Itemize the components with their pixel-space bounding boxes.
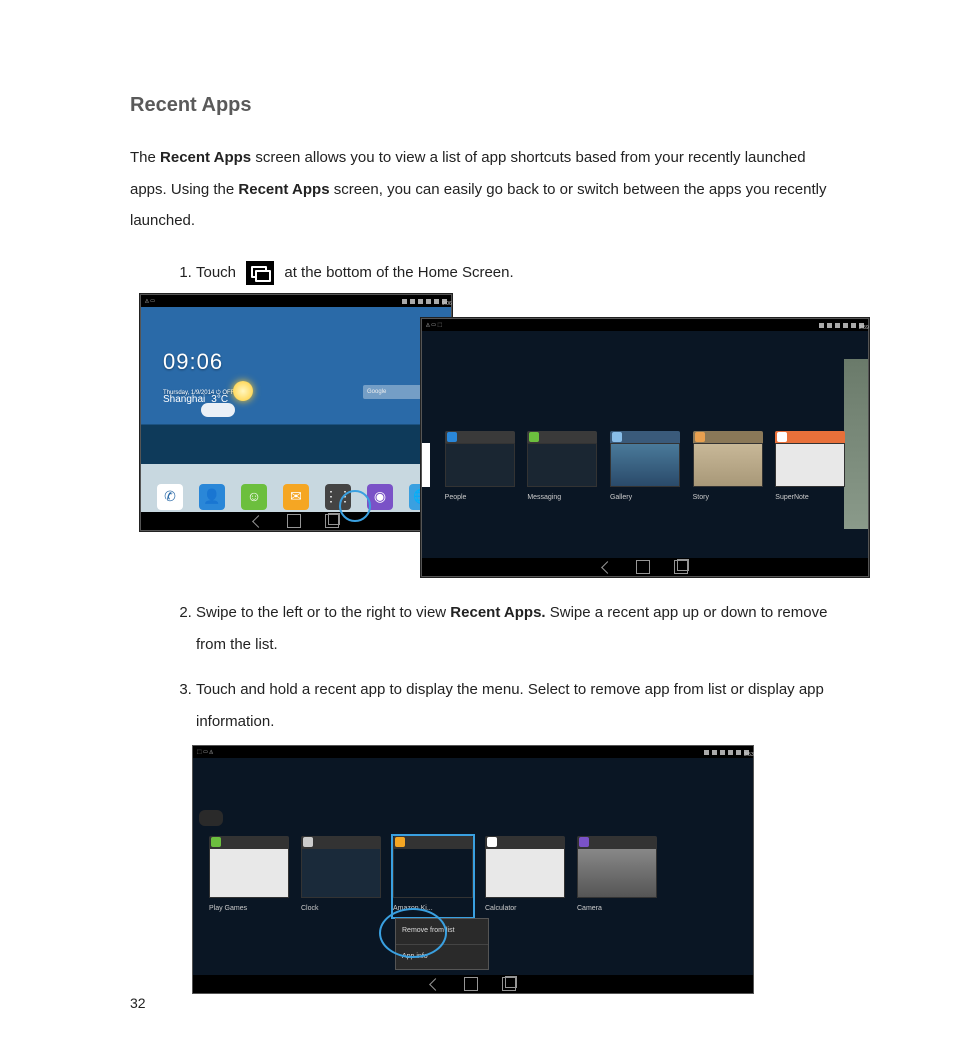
recent-card-clock[interactable]: Clock xyxy=(301,836,381,917)
sun-icon xyxy=(233,381,253,401)
floating-widget-icon[interactable] xyxy=(199,810,223,826)
status-left-icon: ⬚ ▭ ◬ xyxy=(197,747,213,758)
nav-home-icon[interactable] xyxy=(287,514,301,528)
status-bar: ◬ ▭ 9:06 xyxy=(141,295,451,307)
bold-text: Recent Apps. xyxy=(450,604,545,621)
dock-phone-icon[interactable]: ✆Phone xyxy=(157,484,183,510)
amazon-icon xyxy=(395,837,405,847)
recent-card-messaging[interactable]: Messaging xyxy=(527,431,597,506)
recent-card-gallery[interactable]: Gallery xyxy=(610,431,680,506)
camera-icon xyxy=(579,837,589,847)
dock-apps-icon[interactable]: ⋮⋮ xyxy=(325,484,351,510)
clock-time: 09:06 xyxy=(163,349,223,374)
weather-city: Shanghai xyxy=(163,389,205,410)
card-label: Messaging xyxy=(527,491,597,506)
screenshot-home: ◬ ▭ 9:06 09:06 Thursday, 1/9/2014 ⏻ OFF … xyxy=(140,294,452,531)
recent-card-supernote[interactable]: SuperNote xyxy=(775,431,845,506)
play-games-icon xyxy=(211,837,221,847)
nav-bar xyxy=(422,558,868,576)
menu-app-info[interactable]: App info xyxy=(396,945,488,970)
card-label: Camera xyxy=(577,902,657,917)
status-time: 3:53 xyxy=(744,750,749,755)
step-3: Touch and hold a recent app to display t… xyxy=(196,674,834,994)
status-time: 2:59 xyxy=(859,323,864,328)
nav-bar xyxy=(141,512,451,530)
card-label: Calculator xyxy=(485,902,565,917)
dock: ✆Phone 👤People ☺Messaging ✉Email ⋮⋮ ◉Cam… xyxy=(141,484,451,510)
status-right-icons: 2:59 xyxy=(819,323,864,328)
status-right-icons: 9:06 xyxy=(402,299,447,304)
card-label: Gallery xyxy=(610,491,680,506)
intro-paragraph: The Recent Apps screen allows you to vie… xyxy=(130,142,834,237)
status-time: 9:06 xyxy=(442,299,447,304)
text: Swipe to the left or to the right to vie… xyxy=(196,604,450,621)
messaging-icon xyxy=(529,432,539,442)
story-icon xyxy=(695,432,705,442)
nav-back-icon[interactable] xyxy=(429,978,442,991)
text: The xyxy=(130,149,160,166)
text: at the bottom of the Home Screen. xyxy=(280,264,513,281)
cloud-icon xyxy=(201,403,235,417)
status-left-icon: ◬ ▭ xyxy=(145,296,155,307)
status-bar: ⬚ ▭ ◬ 3:53 xyxy=(193,746,753,758)
bold-text: Recent Apps xyxy=(160,149,251,166)
status-left-icon: ◬ ▭ ⬚ xyxy=(426,320,442,331)
text: Touch and hold a recent app to display t… xyxy=(196,681,824,730)
recent-cards-row: People Messaging Gallery Story SuperNote xyxy=(422,431,868,506)
screenshot-recent-apps: ◬ ▭ ⬚ 2:59 People Messaging Gallery Stor… xyxy=(421,318,869,577)
recent-card-people[interactable]: People xyxy=(445,431,515,506)
status-right-icons: 3:53 xyxy=(704,750,749,755)
step-2: Swipe to the left or to the right to vie… xyxy=(196,597,834,660)
nav-recent-icon[interactable] xyxy=(325,514,339,528)
recent-apps-icon xyxy=(246,261,274,285)
bold-text: Recent Apps xyxy=(238,181,329,198)
recent-card-amazon[interactable]: Amazon Ki... xyxy=(393,836,473,917)
dock-messaging-icon[interactable]: ☺Messaging xyxy=(241,484,267,510)
card-label: Amazon Ki... xyxy=(393,902,473,917)
section-title: Recent Apps xyxy=(130,90,834,120)
nav-back-icon[interactable] xyxy=(252,515,265,528)
card-label: Clock xyxy=(301,902,381,917)
card-label: People xyxy=(445,491,515,506)
people-icon xyxy=(447,432,457,442)
calculator-icon xyxy=(487,837,497,847)
nav-recent-icon[interactable] xyxy=(502,977,516,991)
recent-card-play-games[interactable]: Play Games xyxy=(209,836,289,917)
recent-card-calculator[interactable]: Calculator xyxy=(485,836,565,917)
menu-remove-from-list[interactable]: Remove from list xyxy=(396,919,488,945)
supernote-icon xyxy=(777,432,787,442)
dock-camera-icon[interactable]: ◉Camera xyxy=(367,484,393,510)
context-menu: Remove from list App info xyxy=(395,918,489,970)
nav-home-icon[interactable] xyxy=(464,977,478,991)
page-number: 32 xyxy=(130,993,146,1014)
clock-icon xyxy=(303,837,313,847)
gallery-icon xyxy=(612,432,622,442)
dock-email-icon[interactable]: ✉Email xyxy=(283,484,309,510)
recent-card-camera[interactable]: Camera xyxy=(577,836,657,917)
dock-people-icon[interactable]: 👤People xyxy=(199,484,225,510)
screenshot-group-1: ◬ ▭ 9:06 09:06 Thursday, 1/9/2014 ⏻ OFF … xyxy=(140,294,834,579)
nav-back-icon[interactable] xyxy=(601,561,614,574)
step-1: Touch at the bottom of the Home Screen. … xyxy=(196,257,834,580)
status-bar: ◬ ▭ ⬚ 2:59 xyxy=(422,319,868,331)
recent-cards-row: Play Games Clock Amazon Ki... Calculator… xyxy=(193,836,753,917)
nav-home-icon[interactable] xyxy=(636,560,650,574)
card-label: Play Games xyxy=(209,902,289,917)
text: Touch xyxy=(196,264,240,281)
nav-recent-icon[interactable] xyxy=(674,560,688,574)
screenshot-context-menu: ⬚ ▭ ◬ 3:53 Play Games Clock Amazon Ki...… xyxy=(192,745,754,994)
card-label: Story xyxy=(693,491,763,506)
nav-bar xyxy=(193,975,753,993)
card-label: SuperNote xyxy=(775,491,845,506)
recent-card-story[interactable]: Story xyxy=(693,431,763,506)
